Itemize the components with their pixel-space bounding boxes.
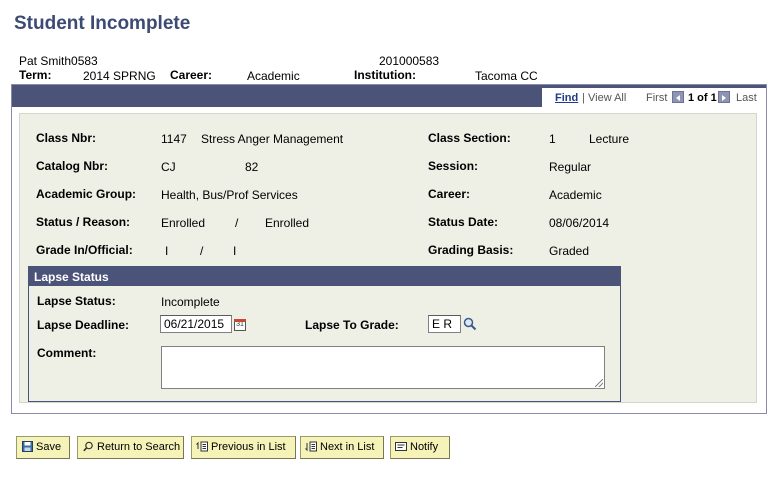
- class-details-panel: Class Nbr: Catalog Nbr: Academic Group: …: [19, 113, 757, 403]
- previous-in-list-label: Previous in List: [211, 441, 286, 453]
- lapse-status-group: Lapse Status Lapse Status: Incomplete La…: [28, 266, 621, 402]
- next-in-list-button[interactable]: Next in List: [300, 436, 384, 459]
- calendar-icon[interactable]: 31: [234, 319, 246, 331]
- notify-button[interactable]: Notify: [390, 436, 450, 459]
- class-section-type: Lecture: [589, 132, 630, 146]
- lookup-icon[interactable]: [463, 317, 477, 334]
- return-to-search-button[interactable]: Return to Search: [77, 436, 184, 459]
- notify-icon: [395, 441, 407, 452]
- lapse-status-value: Incomplete: [161, 295, 220, 309]
- lapse-deadline-input[interactable]: [160, 315, 232, 333]
- grading-basis-label: Grading Basis:: [428, 243, 514, 257]
- last-link[interactable]: Last: [736, 92, 757, 104]
- grade-in-value: I: [165, 244, 169, 258]
- previous-row-icon[interactable]: [672, 91, 684, 103]
- session-value: Regular: [549, 160, 592, 174]
- institution-label: Institution:: [354, 68, 416, 82]
- grade-separator: /: [200, 244, 204, 258]
- grading-basis-value: Graded: [549, 244, 590, 258]
- lapse-status-header: Lapse Status: [29, 267, 620, 286]
- grade-label: Grade In/Official:: [36, 243, 133, 257]
- first-link[interactable]: First: [646, 92, 667, 104]
- up-list-icon: [196, 441, 208, 452]
- save-button[interactable]: Save: [16, 436, 70, 459]
- page-title: Student Incomplete: [14, 13, 191, 34]
- nav-separator: |: [582, 92, 585, 104]
- comment-label: Comment:: [37, 346, 97, 360]
- academic-group-label: Academic Group:: [36, 187, 137, 201]
- class-grid: Find | View All First 1 of 1 Last Class …: [11, 84, 767, 414]
- search-icon: [82, 441, 94, 452]
- academic-group-value: Health, Bus/Prof Services: [161, 188, 298, 202]
- save-label: Save: [36, 441, 62, 453]
- student-id: 201000583: [379, 54, 440, 68]
- lapse-status-label: Lapse Status:: [37, 294, 116, 308]
- details-career-value: Academic: [549, 188, 602, 202]
- term-value: 2014 SPRNG: [83, 69, 156, 83]
- return-to-search-label: Return to Search: [97, 441, 181, 453]
- session-label: Session:: [428, 159, 479, 173]
- view-all-link[interactable]: View All: [588, 92, 626, 104]
- details-career-label: Career:: [428, 187, 471, 201]
- grid-navigation: Find | View All First 1 of 1 Last: [542, 88, 766, 107]
- student-name: Pat Smith0583: [19, 54, 98, 68]
- save-icon: [21, 441, 33, 452]
- status-value: Enrolled: [161, 216, 206, 230]
- class-nbr-label: Class Nbr:: [36, 131, 97, 145]
- term-label: Term:: [19, 68, 52, 82]
- lapse-to-grade-input[interactable]: [428, 315, 461, 333]
- previous-in-list-button[interactable]: Previous in List: [191, 436, 296, 459]
- find-link[interactable]: Find: [555, 92, 578, 104]
- class-nbr-value: 1147: [161, 132, 187, 146]
- next-in-list-label: Next in List: [320, 441, 375, 453]
- status-separator: /: [235, 216, 239, 230]
- resize-handle-icon[interactable]: [595, 379, 603, 387]
- class-section-value: 1: [549, 132, 556, 146]
- grid-nav-bar: Find | View All First 1 of 1 Last: [12, 85, 766, 107]
- catalog-subject: CJ: [161, 160, 176, 174]
- row-count: 1 of 1: [688, 92, 717, 104]
- career-label: Career:: [170, 68, 213, 82]
- grade-official-value: I: [233, 244, 237, 258]
- reason-value: Enrolled: [265, 216, 310, 230]
- status-date-value: 08/06/2014: [549, 216, 610, 230]
- class-name: Stress Anger Management: [201, 132, 344, 146]
- next-row-icon[interactable]: [718, 91, 730, 103]
- lapse-deadline-label: Lapse Deadline:: [37, 318, 130, 332]
- career-value: Academic: [247, 69, 300, 83]
- status-reason-label: Status / Reason:: [36, 215, 131, 229]
- status-date-label: Status Date:: [428, 215, 499, 229]
- comment-textarea[interactable]: [161, 346, 605, 389]
- lapse-to-grade-label: Lapse To Grade:: [305, 318, 399, 332]
- institution-value: Tacoma CC: [475, 69, 538, 83]
- notify-label: Notify: [410, 441, 439, 453]
- class-section-label: Class Section:: [428, 131, 511, 145]
- down-list-icon: [305, 441, 317, 452]
- catalog-number: 82: [245, 160, 259, 174]
- catalog-nbr-label: Catalog Nbr:: [36, 159, 108, 173]
